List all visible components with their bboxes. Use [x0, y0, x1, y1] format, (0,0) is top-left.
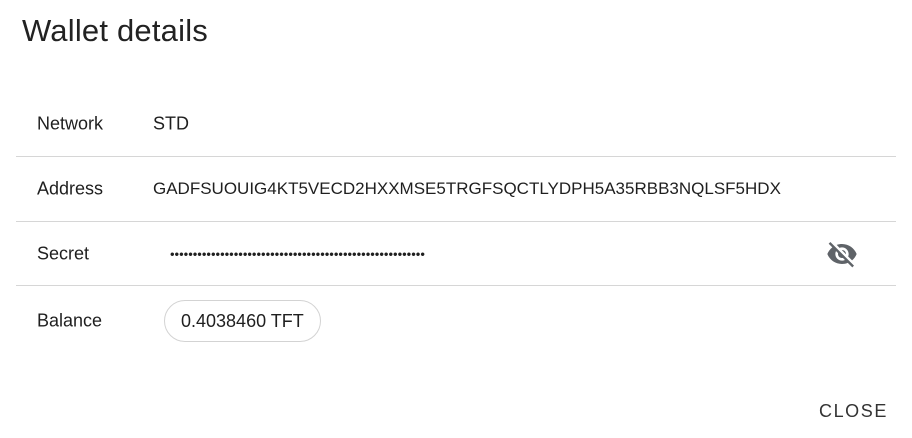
secret-label: Secret — [37, 243, 90, 263]
secret-row: Secret •••••••••••••••••••••••••••••••••… — [16, 222, 896, 286]
balance-chip: 0.4038460 TFT — [164, 300, 321, 342]
network-label: Network — [37, 113, 104, 133]
address-value[interactable]: GADFSUOUIG4KT5VECD2HXXMSE5TRGFSQCTLYDPH5… — [153, 179, 781, 199]
eye-off-icon — [827, 241, 857, 267]
toggle-secret-visibility-button[interactable] — [824, 236, 860, 272]
balance-label: Balance — [37, 310, 103, 331]
dialog-title: Wallet details — [22, 13, 208, 48]
network-row: Network STD — [16, 91, 896, 157]
close-button[interactable]: CLOSE — [817, 397, 890, 426]
wallet-details-dialog: Wallet details Network STD Address GADFS… — [0, 0, 912, 438]
balance-row: Balance 0.4038460 TFT — [16, 286, 896, 356]
dialog-actions: CLOSE — [817, 397, 890, 426]
address-row: Address GADFSUOUIG4KT5VECD2HXXMSE5TRGFSQ… — [16, 157, 896, 222]
address-label: Address — [37, 178, 104, 199]
secret-value-masked: ••••••••••••••••••••••••••••••••••••••••… — [170, 246, 425, 261]
network-value: STD — [153, 113, 189, 133]
wallet-details-table: Network STD Address GADFSUOUIG4KT5VECD2H… — [16, 91, 896, 356]
